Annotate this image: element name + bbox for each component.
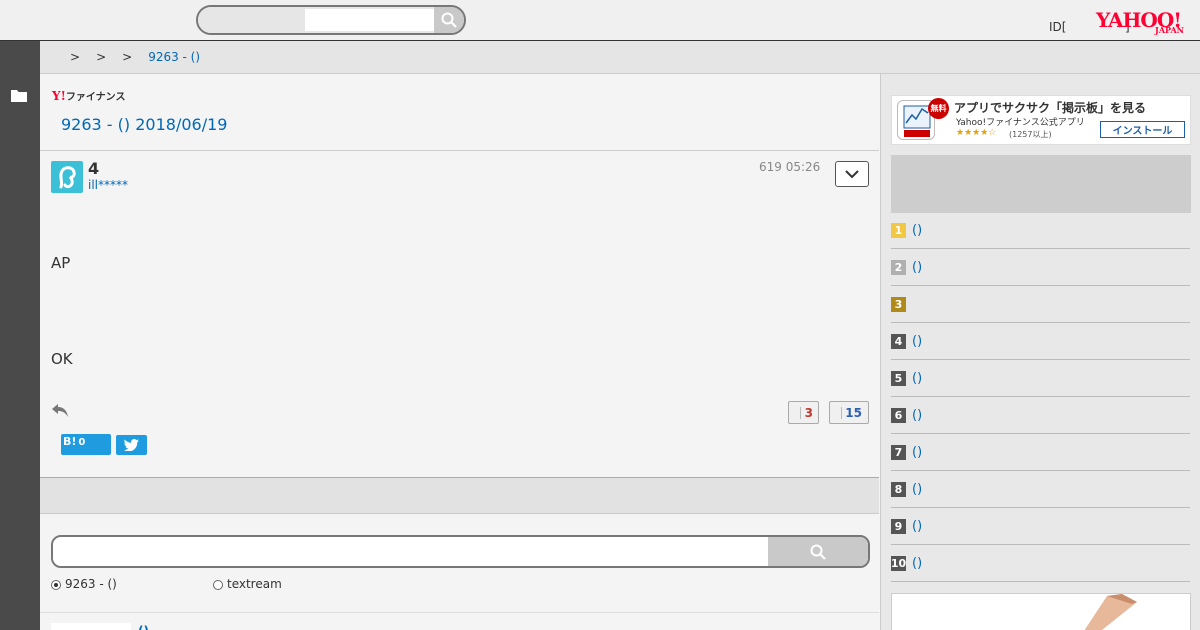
finance-logo-text: ファイナンス [65,92,126,103]
twitter-icon [124,439,139,451]
post-username[interactable]: ill***** [88,178,128,192]
rank-badge: 6 [891,407,906,423]
user-avatar-icon [59,166,76,189]
app-install-banner[interactable]: 無料 アプリでサクサク「掲示板」を見る Yahoo!ファイナンス公式アプリ ★★… [891,95,1191,145]
search-icon [810,544,826,560]
breadcrumb-separator: > [122,50,133,64]
divider [40,150,879,151]
ranking-link[interactable]: () [912,482,922,497]
ranking-link[interactable]: () [912,334,922,349]
chevron-down-icon [845,169,859,178]
ranking-item[interactable]: 2 () [891,249,1190,286]
right-sidebar: 無料 アプリでサクサク「掲示板」を見る Yahoo!ファイナンス公式アプリ ★★… [880,74,1200,630]
next-item-thumbnail[interactable] [51,623,131,630]
app-banner-title: アプリでサクサク「掲示板」を見る [954,101,1147,115]
finance-logo[interactable]: Y!ファイナンス [52,88,125,103]
search-scope-textream-option[interactable]: textream [213,577,282,591]
ranking-link[interactable]: () [912,408,922,423]
avatar[interactable] [51,161,83,193]
radio-button[interactable] [213,580,223,590]
breadcrumb-separator: > [96,50,107,64]
breadcrumb-separator: > [70,50,81,64]
rank-badge: 3 [891,296,906,312]
hatena-label: B! [63,435,77,448]
post-body-line: OK [51,350,73,368]
radio-button-checked[interactable] [51,580,61,590]
ranking-item[interactable]: 4 () [891,323,1190,360]
board-search-button[interactable] [768,537,868,566]
header-search-input[interactable] [305,9,435,31]
radio-label: 9263 - () [65,577,117,591]
board-search-box [51,535,870,568]
rank-badge: 1 [891,222,906,238]
like-button[interactable]: 3 [788,401,819,424]
login-link[interactable]: ID[ [1049,20,1066,34]
ranking-item[interactable]: 5 () [891,360,1190,397]
divider [40,612,879,613]
hatena-bookmark-button[interactable]: B! 0 [61,434,111,455]
ranking-link[interactable]: () [912,519,922,534]
free-badge: 無料 [928,98,949,119]
ranking-link[interactable]: () [912,260,922,275]
post-timestamp: 619 05:26 [759,160,821,174]
left-rail [0,41,40,630]
ad-arm-image [1084,594,1137,630]
twitter-share-button[interactable] [116,435,147,455]
rank-badge: 9 [891,518,906,534]
post-number[interactable]: 4 [88,159,99,178]
rank-badge: 2 [891,259,906,275]
ranking-item[interactable]: 6 () [891,397,1190,434]
main-content: Y!ファイナンス 9263 - () 2018/06/19 4 ill*****… [40,74,879,630]
board-title[interactable]: 9263 - () 2018/06/19 [61,115,227,134]
global-header: ID[ ] YAHOO! JAPAN [0,0,1200,41]
header-search-box [196,5,466,35]
ranking-item[interactable]: 3 [891,286,1190,323]
ranking-item[interactable]: 8 () [891,471,1190,508]
section-band [40,478,879,514]
ranking-item[interactable]: 7 () [891,434,1190,471]
search-scope-board-option[interactable]: 9263 - () [51,577,117,591]
install-button[interactable]: インストール [1100,121,1185,138]
next-item-link[interactable]: () [138,624,149,630]
ranking-item[interactable]: 9 () [891,508,1190,545]
ranking-link[interactable]: () [912,223,922,238]
rank-badge: 8 [891,481,906,497]
rank-badge: 5 [891,370,906,386]
finance-logo-mark: Y! [52,89,66,103]
rating-stars-icon: ★★★★☆ [956,128,997,138]
ad-image[interactable] [891,593,1191,630]
post-body-line: AP [51,254,71,272]
ranking-link[interactable]: () [912,556,922,571]
yahoo-logo-sub: JAPAN [1155,25,1184,35]
app-review-count: (1257以上) [1009,130,1052,139]
breadcrumb: > > > 9263 - () [40,41,1200,74]
ranking-link[interactable]: () [912,371,922,386]
hatena-count: 0 [78,437,86,448]
radio-label: textream [227,577,282,591]
yahoo-japan-logo[interactable]: YAHOO! JAPAN [1096,10,1188,36]
board-search-input[interactable] [53,537,769,566]
rank-badge: 4 [891,333,906,349]
header-search-button[interactable] [434,7,464,33]
rank-badge: 7 [891,444,906,460]
reply-icon[interactable] [51,403,69,418]
breadcrumb-current-board[interactable]: 9263 - () [148,50,200,64]
app-banner-subtitle: Yahoo!ファイナンス公式アプリ [956,118,1085,128]
ranking-item[interactable]: 10 () [891,545,1190,582]
search-icon [441,12,457,28]
post-menu-button[interactable] [835,161,869,187]
folder-icon[interactable] [11,89,27,102]
search-category-selector[interactable] [198,7,305,33]
rank-badge: 10 [890,555,907,571]
dislike-button[interactable]: 15 [829,401,869,424]
ranking-link[interactable]: () [912,445,922,460]
ad-placeholder[interactable] [891,155,1191,213]
ranking-item[interactable]: 1 () [891,212,1190,249]
